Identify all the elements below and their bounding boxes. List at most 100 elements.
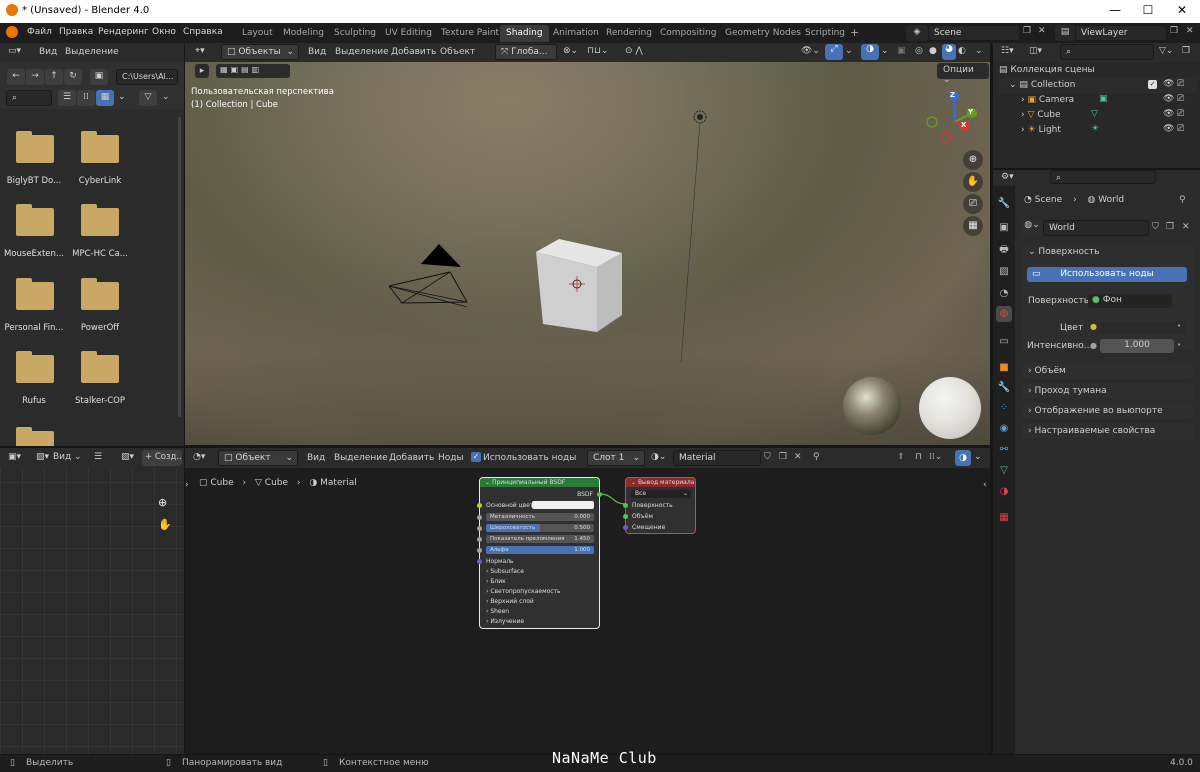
filter-options-chevron-icon[interactable]: ⌄ [162, 92, 170, 102]
tab-uv-editing[interactable]: UV Editing [379, 25, 438, 42]
view-layer-copy-icon[interactable]: ❐ [1170, 26, 1178, 36]
surface-socket[interactable] [623, 503, 628, 508]
viewport-menu-view[interactable]: Вид [308, 47, 326, 57]
visibility-icon[interactable]: 👁⌄ [801, 46, 820, 56]
mode-selector[interactable]: □ Объекты ⌄ [221, 44, 299, 60]
color-field[interactable] [1100, 321, 1186, 335]
output-tab-icon[interactable]: 🖶 [996, 242, 1012, 258]
displacement-socket[interactable] [623, 525, 628, 530]
file-path-field[interactable]: C:\Users\Al... [116, 69, 178, 85]
image-canvas-grid[interactable] [0, 468, 184, 754]
camera-view-icon[interactable]: ⎚ [963, 194, 983, 214]
outliner-item-camera[interactable]: › ▣ Camera ▣ 👁 ⎚ [999, 93, 1197, 108]
camera-render-icon[interactable]: ⎚ [1177, 109, 1184, 119]
tab-texture-paint[interactable]: Texture Paint [435, 25, 505, 42]
editor-type-icon[interactable]: ☷▾ [1001, 46, 1014, 56]
file-search-input[interactable]: ⌕ [6, 90, 52, 106]
minimize-button[interactable]: — [1105, 3, 1125, 17]
image-mode-icon[interactable]: ▨▾ [36, 452, 49, 462]
overlays-options-icon[interactable]: ⌄ [881, 46, 889, 56]
scene-tab-icon[interactable]: ◔ [996, 286, 1012, 302]
zoom-icon[interactable]: ⊕ [158, 496, 167, 509]
gizmo-toggle-icon[interactable]: ⤢ [825, 44, 843, 60]
file-item-label[interactable]: Personal Fin... [0, 323, 71, 333]
close-button[interactable]: ✕ [1172, 3, 1192, 17]
wireframe-shading-icon[interactable]: ◎ [915, 46, 923, 56]
collection-tab-icon[interactable]: ▭ [996, 334, 1012, 350]
file-item-label[interactable]: PowerOff [63, 323, 137, 333]
thumb-small-icon[interactable]: ⁞⁞ [77, 90, 95, 106]
outliner-collection[interactable]: ⌄ ▤ Collection ✓ 👁 ⎚ [999, 78, 1197, 93]
overlays-toggle-icon[interactable]: ◑ [861, 44, 879, 60]
render-tab-icon[interactable]: ▣ [996, 220, 1012, 236]
fake-user-shield-icon[interactable]: ⛉ [1152, 222, 1159, 232]
constraints-tab-icon[interactable]: ⚯ [996, 442, 1012, 458]
file-menu-view[interactable]: Вид [39, 47, 57, 57]
file-item-label[interactable]: Stalker-COP [63, 396, 137, 406]
refresh-icon[interactable]: ↻ [64, 69, 82, 85]
file-item-label[interactable]: BiglyBT Do... [0, 176, 71, 186]
snap-icon[interactable]: ⊓⊔⌄ [587, 46, 609, 56]
strength-keyframe-dot-icon[interactable]: • [1177, 341, 1181, 349]
xray-icon[interactable]: ▣ [897, 46, 906, 56]
folder-icon[interactable] [81, 204, 119, 236]
outliner-item-light[interactable]: › ☀ Light ☀ 👁 ⎚ [999, 123, 1197, 138]
world-name-field[interactable]: World [1043, 220, 1149, 236]
object-tab-icon[interactable]: ■ [996, 360, 1012, 376]
custom-properties-section[interactable]: › Настраиваемые свойства [1022, 423, 1194, 439]
scene-name-field[interactable]: Scene [928, 25, 1020, 41]
view-layer-delete-icon[interactable]: ✕ [1186, 26, 1194, 36]
output-node-header[interactable]: ⌄ Вывод материала [626, 478, 695, 487]
camera-render-icon[interactable]: ⎚ [1177, 124, 1184, 134]
material-output-node[interactable]: ⌄ Вывод материала Все ⌄ Поверхность Объём… [623, 477, 696, 534]
camera-render-icon[interactable]: ⎚ [1177, 94, 1184, 104]
folder-icon[interactable] [81, 278, 119, 310]
tab-sculpting[interactable]: Sculpting [328, 25, 382, 42]
blender-menu-icon[interactable] [6, 26, 18, 38]
image-menu-view[interactable]: Вид [53, 452, 71, 462]
camera-render-icon[interactable]: ⎚ [1177, 79, 1184, 89]
zoom-icon[interactable]: ⊕ [963, 150, 983, 170]
menu-lines-icon[interactable]: ☰ [94, 452, 102, 462]
view-layer-field[interactable]: ViewLayer [1075, 25, 1167, 41]
world-unlink-icon[interactable]: ✕ [1182, 222, 1190, 232]
eye-icon[interactable]: 👁 [1163, 94, 1174, 104]
parent-dir-icon[interactable]: ↑ [45, 69, 63, 85]
physics-tab-icon[interactable]: ◉ [996, 421, 1012, 437]
eye-icon[interactable]: 👁 [1163, 109, 1174, 119]
tab-rendering[interactable]: Rendering [600, 25, 658, 42]
perspective-toggle-icon[interactable]: ▦ [963, 216, 983, 236]
exclude-checkbox[interactable]: ✓ [1148, 80, 1157, 89]
volume-socket[interactable] [623, 514, 628, 519]
folder-icon[interactable] [81, 351, 119, 383]
new-collection-icon[interactable]: ❐ [1182, 46, 1190, 56]
file-item-label[interactable]: MPC-HC Ca... [63, 249, 137, 259]
world-browse-icon[interactable]: ◍⌄ [1021, 220, 1043, 236]
material-shading-icon[interactable]: ◕ [942, 44, 956, 60]
strength-socket-icon[interactable]: ● [1090, 341, 1097, 350]
chevron-down-icon[interactable]: ⌄ [74, 452, 82, 462]
menu-window[interactable]: Окно [152, 27, 176, 37]
folder-icon[interactable] [16, 427, 54, 447]
shader-editor-panel[interactable]: ◔▾ □ Объект ⌄ Вид Выделение Добавить Ноды… [185, 448, 990, 754]
3d-viewport[interactable]: ▸ ▦▣▤▥ Опции ⌄ Пользовательская перспект… [185, 62, 990, 445]
file-scrollbar[interactable] [178, 117, 181, 417]
tab-modeling[interactable]: Modeling [277, 25, 330, 42]
outliner-scene-collection[interactable]: ▤ Коллекция сцены [999, 63, 1197, 78]
folder-icon[interactable] [16, 351, 54, 383]
folder-icon[interactable] [16, 131, 54, 163]
particles-tab-icon[interactable]: ⁘ [996, 400, 1012, 416]
mist-pass-section[interactable]: › Проход тумана [1022, 383, 1194, 399]
properties-search-input[interactable]: ⌕ [1050, 170, 1156, 184]
filter-icon[interactable]: ▽ [139, 90, 157, 106]
display-mode-icon[interactable]: ◫▾ [1029, 46, 1042, 56]
color-keyframe-dot-icon[interactable]: • [1177, 322, 1181, 330]
tab-geometry-nodes[interactable]: Geometry Nodes [719, 25, 807, 42]
world-tab-icon[interactable]: ◍ [996, 306, 1012, 322]
modifiers-tab-icon[interactable]: 🔧 [996, 380, 1012, 396]
display-options-chevron-icon[interactable]: ⌄ [118, 92, 126, 102]
tab-layout[interactable]: Layout [236, 25, 279, 42]
folder-icon[interactable] [16, 204, 54, 236]
light-object[interactable] [680, 110, 707, 363]
view-layer-icon[interactable]: ▤ [1055, 25, 1075, 41]
